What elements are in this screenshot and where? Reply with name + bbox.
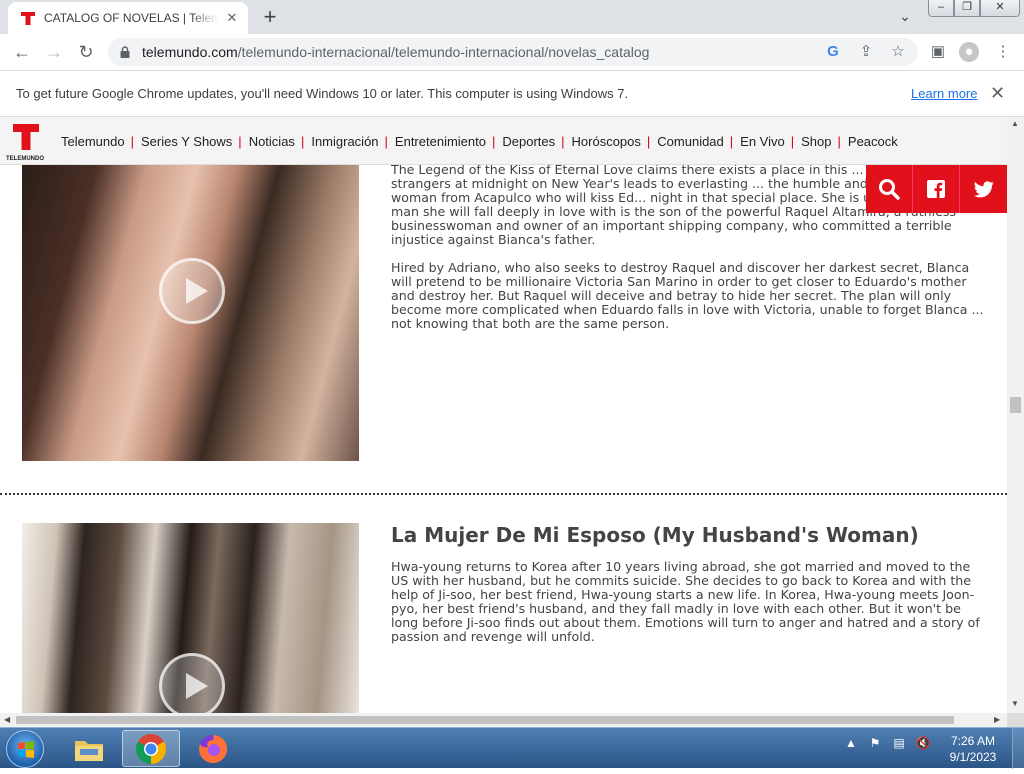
scroll-down-arrow-icon[interactable]: ▼	[1011, 699, 1019, 708]
nav-separator: |	[384, 134, 388, 149]
forward-arrow-icon[interactable]: →	[42, 40, 66, 64]
nav-link-series-y-shows[interactable]: Series Y Shows	[140, 134, 238, 149]
search-button[interactable]	[866, 165, 913, 213]
address-bar[interactable]: telemundo.com/telemundo-internacional/te…	[108, 38, 918, 66]
taskbar-explorer[interactable]	[60, 730, 118, 767]
novela-thumbnail[interactable]	[22, 165, 359, 461]
google-lens-icon[interactable]: G	[823, 42, 843, 62]
close-window-button[interactable]: ✕	[980, 0, 1020, 17]
system-tray: ▲ ⚑ ▤ 🔇	[842, 736, 932, 754]
social-buttons	[866, 165, 1007, 213]
network-icon[interactable]: ▤	[890, 736, 908, 754]
windows-taskbar: ▲ ⚑ ▤ 🔇 7:26 AM 9/1/2023	[0, 727, 1024, 769]
tab-strip: CATALOG OF NOVELAS | Telemundo ✕ + ⌄ – ❐…	[0, 0, 1024, 34]
nav-link-peacock[interactable]: Peacock	[847, 134, 904, 149]
show-desktop-button[interactable]	[1012, 728, 1024, 769]
page-viewport: TELEMUNDO Telemundo | Series Y Shows | Notic…	[0, 117, 1007, 713]
facebook-icon	[927, 180, 945, 198]
windows-logo-icon	[18, 741, 34, 758]
nav-separator: |	[238, 134, 242, 149]
browser-tab[interactable]: CATALOG OF NOVELAS | Telemundo ✕	[8, 2, 248, 34]
site-navigation: TELEMUNDO Telemundo | Series Y Shows | Notic…	[0, 117, 1007, 165]
novela-thumbnail[interactable]	[22, 523, 359, 713]
nav-separator: |	[729, 134, 734, 149]
nav-link-inmigraci-n[interactable]: Inmigración	[310, 134, 384, 149]
twitter-bird-icon	[973, 180, 994, 197]
nav-separator: |	[790, 134, 795, 149]
scrollbar-corner	[1007, 713, 1024, 727]
bookmark-star-icon[interactable]: ☆	[888, 42, 908, 62]
horizontal-scroll-thumb[interactable]	[16, 716, 954, 724]
lock-icon	[120, 46, 130, 58]
vertical-scroll-thumb[interactable]	[1010, 397, 1021, 413]
search-icon	[879, 179, 900, 200]
restore-button[interactable]: ❐	[954, 0, 980, 17]
scroll-left-arrow-icon[interactable]: ◀	[4, 715, 10, 724]
tab-search-chevron-icon[interactable]: ⌄	[896, 8, 914, 26]
nav-separator: |	[561, 134, 565, 149]
nav-link-entretenimiento[interactable]: Entretenimiento	[394, 134, 492, 149]
nav-link-deportes[interactable]: Deportes	[501, 134, 561, 149]
nav-separator: |	[130, 134, 134, 149]
nav-separator: |	[491, 134, 496, 149]
nav-links: Telemundo | Series Y Shows | Noticias | Inmigr…	[60, 134, 904, 149]
scroll-up-arrow-icon[interactable]: ▲	[1011, 119, 1019, 128]
nav-link-en-vivo[interactable]: En Vivo	[739, 134, 791, 149]
url-text: telemundo.com/telemundo-internacional/te…	[142, 44, 649, 60]
close-tab-icon[interactable]: ✕	[224, 10, 240, 26]
infobar-message: To get future Google Chrome updates, you…	[16, 86, 629, 101]
play-video-icon[interactable]	[159, 653, 225, 713]
show-hidden-icons-icon[interactable]: ▲	[842, 736, 860, 754]
nav-link-comunidad[interactable]: Comunidad	[656, 134, 730, 149]
url-host: telemundo.com	[142, 44, 238, 60]
profile-avatar-icon[interactable]: ●	[959, 42, 979, 62]
taskbar-chrome[interactable]	[122, 730, 180, 767]
facebook-share-button[interactable]	[913, 165, 960, 213]
vertical-scrollbar[interactable]: ▲ ▼	[1007, 117, 1024, 713]
close-infobar-icon[interactable]: ✕	[990, 83, 1005, 104]
update-infobar: To get future Google Chrome updates, you…	[0, 71, 1024, 117]
novela-description: Hired by Adriano, who also seeks to dest…	[391, 260, 984, 331]
learn-more-link[interactable]: Learn more	[911, 86, 977, 101]
tab-title: CATALOG OF NOVELAS | Telemundo	[44, 11, 218, 25]
side-panel-icon[interactable]: ▣	[928, 42, 948, 62]
url-path: /telemundo-internacional/telemundo-inter…	[237, 44, 650, 60]
share-icon[interactable]: ⇪	[856, 42, 876, 62]
horizontal-scrollbar[interactable]: ◀ ▶	[0, 713, 1007, 727]
scroll-right-arrow-icon[interactable]: ▶	[994, 715, 1000, 724]
folder-icon	[75, 740, 103, 761]
firefox-icon	[199, 734, 228, 763]
novela-item: The Legend of the Kiss of Eternal Love c…	[0, 117, 1007, 493]
play-video-icon[interactable]	[159, 258, 225, 324]
chrome-icon	[135, 733, 167, 764]
taskbar-clock[interactable]: 7:26 AM 9/1/2023	[940, 733, 1006, 765]
novela-item: La Mujer De Mi Esposo (My Husband's Woma…	[0, 495, 1007, 713]
action-center-flag-icon[interactable]: ⚑	[866, 736, 884, 754]
browser-toolbar: ← → ↻ telemundo.com/telemundo-internacio…	[0, 34, 1024, 71]
minimize-button[interactable]: –	[928, 0, 954, 17]
nav-separator: |	[300, 134, 305, 149]
window-controls: – ❐ ✕	[928, 0, 1020, 18]
reload-icon[interactable]: ↻	[74, 40, 98, 64]
nav-link-hor-scopos[interactable]: Horóscopos	[571, 134, 647, 149]
nav-link-telemundo[interactable]: Telemundo	[60, 134, 131, 149]
taskbar-firefox[interactable]	[184, 730, 242, 767]
volume-muted-icon[interactable]: 🔇	[914, 736, 932, 754]
nav-link-shop[interactable]: Shop	[800, 134, 837, 149]
menu-kebab-icon[interactable]: ⋮	[993, 42, 1013, 62]
back-arrow-icon[interactable]: ←	[10, 40, 34, 64]
telemundo-logo[interactable]: TELEMUNDO	[4, 122, 46, 162]
novela-title[interactable]: La Mujer De Mi Esposo (My Husband's Woma…	[391, 523, 919, 547]
clock-date: 9/1/2023	[949, 750, 997, 764]
nav-separator: |	[837, 134, 841, 149]
nav-link-noticias[interactable]: Noticias	[248, 134, 301, 149]
nav-separator: |	[646, 134, 651, 149]
start-button[interactable]	[6, 730, 44, 768]
twitter-share-button[interactable]	[960, 165, 1007, 213]
clock-time: 7:26 AM	[950, 734, 996, 748]
telemundo-favicon-icon	[21, 12, 35, 25]
new-tab-icon[interactable]: +	[258, 6, 282, 30]
novela-description: Hwa-young returns to Korea after 10 year…	[391, 559, 980, 644]
svg-text:TELEMUNDO: TELEMUNDO	[6, 156, 44, 162]
